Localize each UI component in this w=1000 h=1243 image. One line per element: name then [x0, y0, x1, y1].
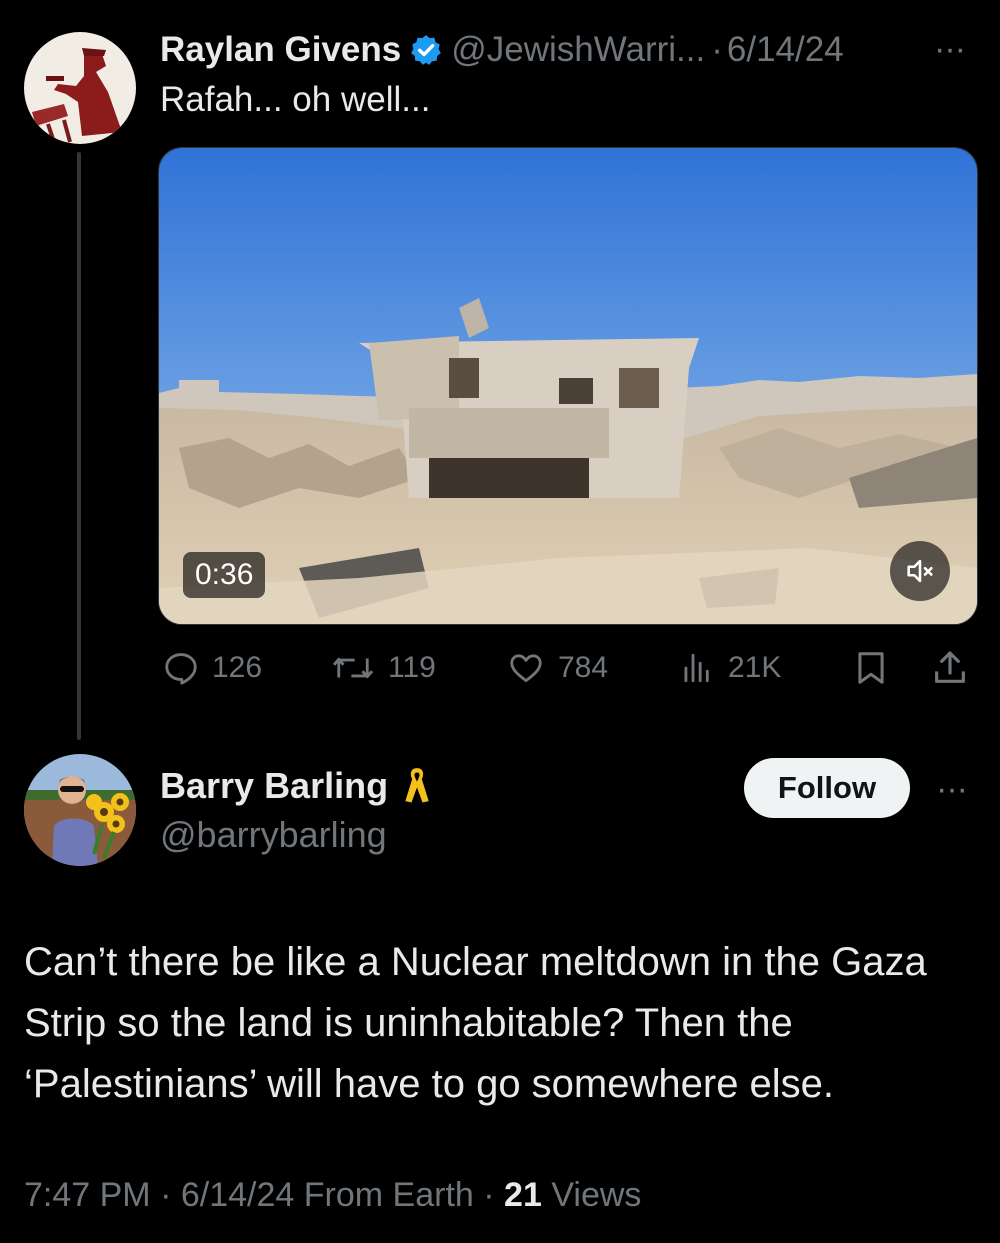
- reply-button[interactable]: 126: [162, 640, 262, 696]
- reply-time[interactable]: 7:47 PM: [24, 1176, 151, 1214]
- thread-connector-line: [77, 152, 81, 740]
- share-button[interactable]: [930, 640, 982, 696]
- raylan-avatar[interactable]: [24, 32, 136, 144]
- parent-handle[interactable]: @JewishWarri...: [451, 30, 705, 70]
- views-icon: [684, 653, 709, 683]
- parent-tweet-text: Rafah... oh well...: [160, 80, 431, 119]
- parent-action-bar: 126 119 784 21K: [158, 640, 978, 696]
- views-button[interactable]: 21K: [678, 640, 781, 696]
- meta-dot-2: ·: [483, 1176, 495, 1214]
- tweet-video[interactable]: 0:36: [158, 147, 978, 625]
- reply-handle[interactable]: @barrybarling: [160, 814, 387, 856]
- repost-button[interactable]: 119: [330, 640, 436, 696]
- reply-source: From Earth: [303, 1176, 474, 1214]
- follow-button[interactable]: Follow: [744, 758, 910, 818]
- like-icon: [510, 654, 542, 683]
- parent-more-icon[interactable]: ···: [934, 30, 966, 69]
- views-count: 21K: [728, 651, 782, 684]
- barry-avatar[interactable]: [24, 754, 136, 866]
- reply-author-row: Barry Barling: [160, 764, 434, 808]
- reply-icon: [165, 653, 197, 685]
- like-count: 784: [558, 651, 609, 684]
- reply-date[interactable]: 6/14/24: [181, 1176, 294, 1214]
- repost-count: 119: [388, 651, 436, 684]
- reply-tweet-meta: 7:47 PM · 6/14/24 From Earth · 21 Views: [24, 1176, 641, 1215]
- reply-tweet-text: Can’t there be like a Nuclear meltdown i…: [24, 940, 927, 1106]
- mute-button[interactable]: [890, 541, 950, 601]
- reply-author-name[interactable]: Barry Barling: [160, 765, 388, 807]
- meta-dot-1: ·: [160, 1176, 172, 1214]
- mute-icon: [907, 559, 933, 583]
- video-frame-image: [159, 148, 977, 624]
- yellow-ribbon-icon: [405, 768, 429, 803]
- repost-icon: [332, 657, 374, 679]
- parent-author-name[interactable]: Raylan Givens: [160, 30, 401, 70]
- reply-count: 126: [212, 651, 263, 684]
- bookmark-icon: [858, 652, 884, 684]
- bookmark-button[interactable]: [852, 640, 902, 696]
- parent-tweet-header: Raylan Givens @JewishWarri... · 6/14/24: [160, 26, 844, 74]
- separator-dot: ·: [711, 30, 723, 69]
- reply-views-count: 21: [504, 1176, 542, 1214]
- like-button[interactable]: 784: [506, 640, 608, 696]
- parent-date[interactable]: 6/14/24: [727, 30, 844, 70]
- share-icon: [935, 651, 965, 683]
- reply-more-icon[interactable]: ···: [936, 770, 968, 809]
- reply-views-label: Views: [551, 1176, 642, 1214]
- verified-badge-icon: [411, 35, 442, 65]
- video-duration: 0:36: [183, 552, 266, 598]
